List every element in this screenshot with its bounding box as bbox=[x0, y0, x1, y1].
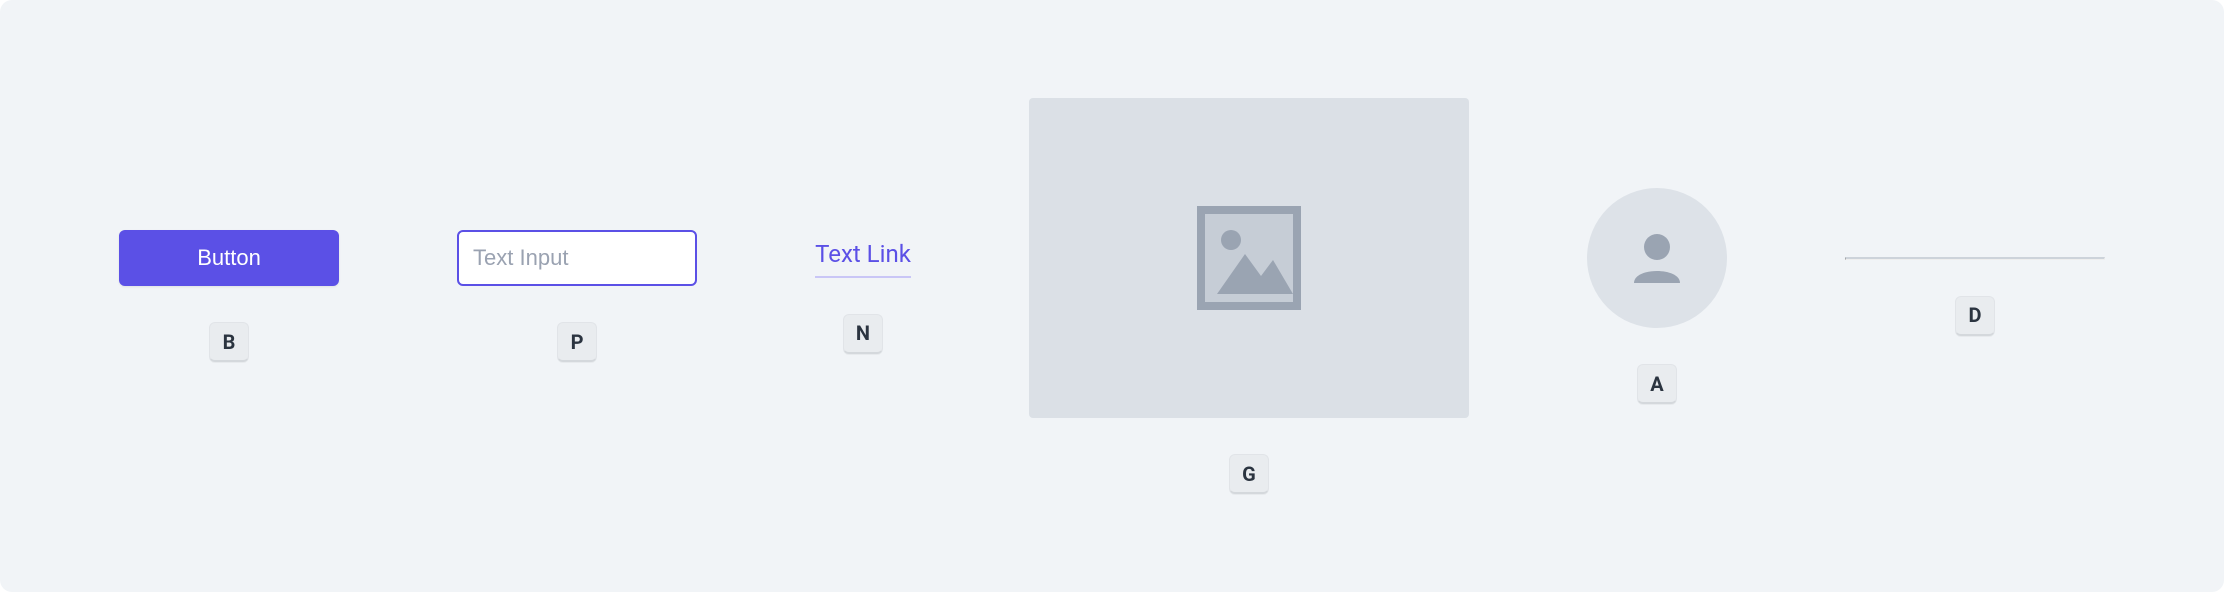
image-placeholder[interactable] bbox=[1029, 98, 1469, 418]
user-icon bbox=[1622, 223, 1692, 293]
text-link-item: Text Link N bbox=[815, 238, 911, 354]
text-link[interactable]: Text Link bbox=[815, 238, 911, 278]
text-input[interactable] bbox=[457, 230, 697, 286]
shortcut-key-image: G bbox=[1229, 454, 1269, 494]
shortcut-key-text-input: P bbox=[557, 322, 597, 362]
shortcut-key-avatar: A bbox=[1637, 364, 1677, 404]
avatar-item: A bbox=[1587, 188, 1727, 404]
divider-item: D bbox=[1845, 257, 2105, 336]
shortcut-key-text-link: N bbox=[843, 314, 883, 354]
text-input-item: P bbox=[457, 230, 697, 362]
shortcut-key-divider: D bbox=[1955, 296, 1995, 336]
shortcut-key-button: B bbox=[209, 322, 249, 362]
divider[interactable] bbox=[1845, 257, 2105, 260]
primary-button[interactable]: Button bbox=[119, 230, 339, 286]
button-item: Button B bbox=[119, 230, 339, 362]
image-placeholder-item: G bbox=[1029, 98, 1469, 494]
avatar[interactable] bbox=[1587, 188, 1727, 328]
divider-wrap: D bbox=[1845, 257, 2105, 336]
ui-elements-palette: Button B P Text Link N G A bbox=[0, 0, 2224, 592]
image-icon bbox=[1189, 198, 1309, 318]
